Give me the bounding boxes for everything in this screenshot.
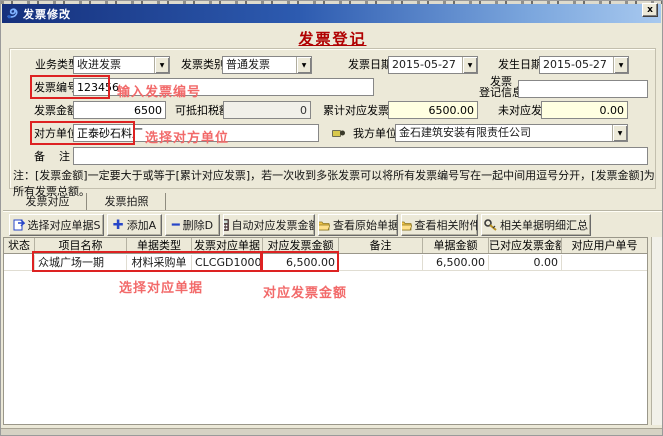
auto-match-button[interactable]: 自动对应发票金额 <box>223 214 315 236</box>
select-doc-button[interactable]: 选择对应单据S <box>9 214 104 236</box>
chevron-down-icon[interactable]: ▼ <box>296 57 311 73</box>
cell-remark[interactable] <box>339 255 423 271</box>
window-bottom-border <box>1 428 663 435</box>
reg-info-input[interactable] <box>518 80 648 98</box>
select-doc-label: 选择对应单据S <box>28 217 101 233</box>
our-unit-label: 我方单位 <box>353 127 397 141</box>
invoice-date-select[interactable]: 2015-05-27 ▼ <box>388 56 478 74</box>
window-title: 发票修改 <box>23 6 71 22</box>
occur-date-select[interactable]: 2015-05-27 ▼ <box>539 56 629 74</box>
invoice-date-value: 2015-05-27 <box>389 57 462 73</box>
detail-summary-button[interactable]: 相关单据明细汇总 <box>481 214 591 236</box>
cell-doc-amount[interactable]: 6,500.00 <box>423 255 489 271</box>
add-button[interactable]: ✚ 添加A <box>107 214 162 236</box>
summary-key-icon <box>484 219 497 231</box>
browse-unit-icon[interactable] <box>331 126 346 139</box>
select-doc-icon <box>13 219 25 231</box>
col-user-doc-no[interactable]: 对应用户单号 <box>562 238 647 253</box>
invoice-no-highlight-box <box>30 75 110 99</box>
chevron-down-icon[interactable]: ▼ <box>613 57 628 73</box>
remark-label: 备 注 <box>34 150 70 164</box>
calculator-icon <box>223 219 229 231</box>
col-matched-amount[interactable]: 已对应发票金额 <box>489 238 562 253</box>
deductible-tax-input <box>223 101 311 119</box>
view-attachment-button[interactable]: 查看相关附件 <box>401 214 478 236</box>
toolbar: 选择对应单据S ✚ 添加A ━ 删除D 自动对应发票金额 查看原始单据 查看相 <box>3 210 662 237</box>
plus-icon: ✚ <box>113 218 124 233</box>
our-unit-value: 金石建筑安装有限责任公司 <box>396 125 612 141</box>
cell-user-doc-no[interactable] <box>562 255 647 271</box>
invoice-edit-window: 发票修改 x 发票登记 业务类型 收进发票 ▼ 发票类别 普通发票 ▼ 发票日期… <box>0 0 663 436</box>
row-highlight-box <box>32 251 262 272</box>
amount-highlight-box <box>261 251 339 272</box>
invoice-amount-input[interactable] <box>73 101 166 119</box>
title-bar[interactable]: 发票修改 <box>2 4 661 23</box>
delete-label: 删除D <box>183 217 213 233</box>
close-icon[interactable]: x <box>642 3 658 17</box>
view-original-label: 查看原始单据 <box>333 217 398 233</box>
page-title: 发票登记 <box>1 28 663 49</box>
delete-button[interactable]: ━ 删除D <box>165 214 220 236</box>
business-type-value: 收进发票 <box>74 57 154 73</box>
col-doc-amount[interactable]: 单据金额 <box>423 238 489 253</box>
chevron-down-icon[interactable]: ▼ <box>462 57 477 73</box>
reg-info-label-line2: 登记信息 <box>479 86 523 100</box>
view-original-button[interactable]: 查看原始单据 <box>318 214 398 236</box>
add-label: 添加A <box>127 217 157 233</box>
counterparty-highlight-box <box>30 121 135 145</box>
invoice-no-hint: 输入发票编号 <box>117 81 201 100</box>
amount-hint: 对应发票金额 <box>263 282 347 301</box>
invoice-date-label: 发票日期 <box>348 58 392 72</box>
chevron-down-icon[interactable]: ▼ <box>612 125 627 141</box>
cell-status[interactable] <box>4 255 35 271</box>
minus-icon: ━ <box>172 218 180 233</box>
view-attachment-label: 查看相关附件 <box>415 217 479 233</box>
invoice-category-value: 普通发票 <box>223 57 296 73</box>
our-unit-select[interactable]: 金石建筑安装有限责任公司 ▼ <box>395 124 628 142</box>
folder-icon <box>401 220 412 231</box>
invoice-category-select[interactable]: 普通发票 ▼ <box>222 56 312 74</box>
table-vertical-scrollbar[interactable] <box>651 237 662 425</box>
invoice-category-label: 发票类别 <box>181 58 225 72</box>
app-icon <box>6 7 19 20</box>
occur-date-value: 2015-05-27 <box>540 57 613 73</box>
chevron-down-icon[interactable]: ▼ <box>154 57 169 73</box>
cell-matched-amount[interactable]: 0.00 <box>489 255 562 271</box>
unmatched-input <box>541 101 628 119</box>
select-doc-hint: 选择对应单据 <box>119 277 203 296</box>
col-status[interactable]: 状态 <box>4 238 35 253</box>
counterparty-hint: 选择对方单位 <box>145 127 229 146</box>
col-remark[interactable]: 备注 <box>339 238 423 253</box>
remark-input[interactable] <box>73 147 648 165</box>
tab-invoice-photo[interactable]: 发票拍照 <box>88 193 166 210</box>
tab-invoice-match[interactable]: 发票对应 <box>9 193 87 210</box>
detail-summary-label: 相关单据明细汇总 <box>500 217 588 233</box>
accumulated-label: 累计对应发票 <box>323 104 389 118</box>
business-type-select[interactable]: 收进发票 ▼ <box>73 56 170 74</box>
invoice-amount-label: 发票金额 <box>34 104 78 118</box>
auto-match-label: 自动对应发票金额 <box>232 217 316 233</box>
deductible-tax-label: 可抵扣税额 <box>175 104 230 118</box>
accumulated-input <box>388 101 478 119</box>
folder-icon <box>318 220 330 231</box>
occur-date-label: 发生日期 <box>498 58 542 72</box>
